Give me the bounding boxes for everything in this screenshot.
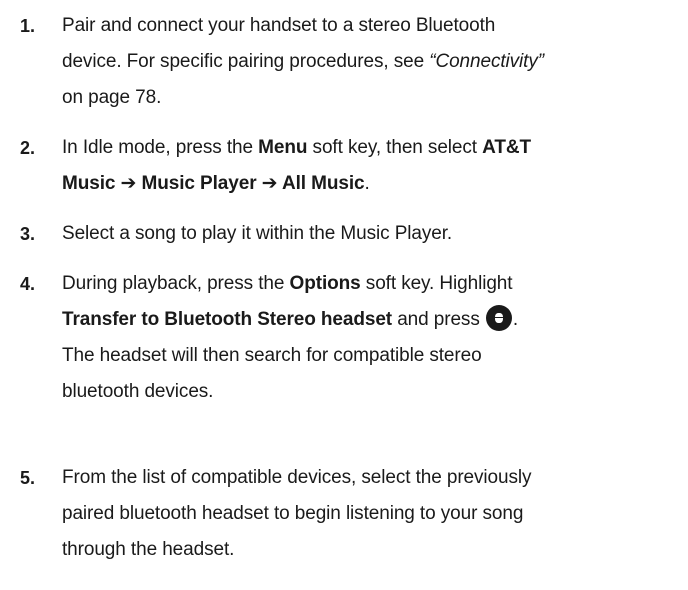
step-text-segment: soft key, then select xyxy=(307,137,483,158)
step-text: Select a song to play it within the Musi… xyxy=(62,216,672,252)
step-text-segment: on page 78. xyxy=(62,87,162,108)
menu-option-label: Transfer to Bluetooth Stereo headset xyxy=(62,309,393,330)
step-number: 1. xyxy=(20,16,36,36)
menu-key-label: Menu xyxy=(258,137,308,158)
step-text-segment: bluetooth devices. xyxy=(62,381,214,402)
step-text: In Idle mode, press the Menu soft key, t… xyxy=(62,130,672,202)
step-text-segment: . xyxy=(512,309,519,330)
step-text-segment: soft key. Highlight xyxy=(360,273,513,294)
step-number: 2. xyxy=(20,138,36,158)
step-text: From the list of compatible devices, sel… xyxy=(62,460,672,568)
step-text-segment: From the list of compatible devices, sel… xyxy=(62,467,532,488)
step-text-segment: During playback, press the xyxy=(62,273,290,294)
menu-path: Music ➔ Music Player ➔ All Music xyxy=(62,173,365,194)
step-text-segment: . xyxy=(364,173,370,194)
step-text: Pair and connect your handset to a stere… xyxy=(62,8,672,116)
step-text-segment: through the headset. xyxy=(62,539,235,560)
step-text-segment: Select a song to play it within the Musi… xyxy=(62,223,453,244)
options-key-label: Options xyxy=(289,273,361,294)
step-number: 4. xyxy=(20,274,36,294)
center-select-key-icon xyxy=(485,305,512,331)
step-text-segment: paired bluetooth headset to begin listen… xyxy=(62,503,524,524)
manual-page: 1. Pair and connect your handset to a st… xyxy=(0,0,688,590)
step-text-segment: and press xyxy=(392,309,485,330)
step-text-segment: The headset will then search for compati… xyxy=(62,345,482,366)
step-text-segment: In Idle mode, press the xyxy=(62,137,259,158)
step-text: During playback, press the Options soft … xyxy=(62,266,672,410)
step-number: 3. xyxy=(20,224,36,244)
step-text-segment: Pair and connect your handset to a stere… xyxy=(62,15,496,36)
step-number: 5. xyxy=(20,468,36,488)
menu-path: AT&T xyxy=(482,137,532,158)
cross-reference: “Connectivity” xyxy=(429,51,544,72)
step-text-segment: device. For specific pairing procedures,… xyxy=(62,51,430,72)
